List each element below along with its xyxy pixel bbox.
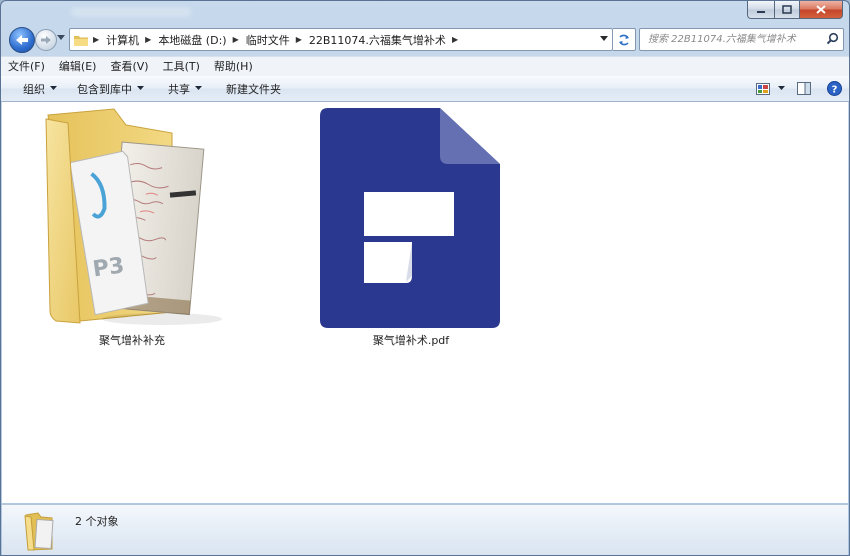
address-dropdown-icon[interactable] [600, 36, 608, 42]
share-button[interactable]: 共享 [154, 78, 212, 100]
chevron-right-icon[interactable]: ▶ [93, 35, 99, 44]
forward-button[interactable] [35, 29, 57, 51]
arrow-right-icon [41, 36, 51, 44]
breadcrumb-local-disk[interactable]: 本地磁盘 (D:) [154, 29, 230, 50]
minimize-icon [757, 10, 765, 13]
close-button[interactable] [800, 1, 843, 19]
view-dropdown-button[interactable] [773, 78, 789, 100]
search-input[interactable] [646, 33, 820, 46]
breadcrumb-computer[interactable]: 计算机 [102, 29, 143, 50]
chevron-down-icon [50, 86, 57, 90]
file-item-folder[interactable]: P3 聚气增补补充 [42, 107, 222, 347]
view-icon [756, 82, 770, 95]
chevron-down-icon [195, 86, 202, 90]
share-label: 共享 [168, 82, 190, 96]
toolbar-right: ? [753, 76, 849, 101]
arrow-left-icon [16, 35, 28, 45]
refresh-icon [619, 34, 629, 45]
file-item-pdf[interactable]: 聚气增补术.pdf [320, 108, 502, 348]
recent-pages-dropdown[interactable] [57, 35, 65, 41]
folder-icon: P3 [45, 108, 222, 325]
navigation-bar: ▶ 计算机 ▶ 本地磁盘 (D:) ▶ 临时文件 ▶ 22B11074.六福集气… [1, 27, 849, 53]
close-icon [816, 5, 826, 14]
file-name-pdf: 聚气增补术.pdf [372, 334, 450, 347]
organize-label: 组织 [23, 82, 45, 96]
file-name-folder: 聚气增补补充 [99, 334, 165, 347]
view-options-button[interactable] [753, 78, 773, 100]
chevron-right-icon[interactable]: ▶ [145, 35, 151, 44]
menu-help[interactable]: 帮助(H) [207, 58, 260, 75]
new-folder-label: 新建文件夹 [226, 82, 281, 96]
new-folder-button[interactable]: 新建文件夹 [212, 78, 291, 100]
command-toolbar: 组织 包含到库中 共享 新建文件夹 ? [1, 76, 849, 102]
chevron-down-icon [137, 86, 144, 90]
menu-tools[interactable]: 工具(T) [156, 58, 207, 75]
menu-view[interactable]: 查看(V) [103, 58, 155, 75]
maximize-icon [782, 5, 792, 14]
breadcrumb-current-folder[interactable]: 22B11074.六福集气增补术 [305, 29, 450, 50]
include-library-label: 包含到库中 [77, 82, 132, 96]
include-in-library-button[interactable]: 包含到库中 [67, 78, 154, 100]
address-bar[interactable]: ▶ 计算机 ▶ 本地磁盘 (D:) ▶ 临时文件 ▶ 22B11074.六福集气… [69, 28, 613, 51]
folder-icon [24, 512, 54, 551]
menu-file[interactable]: 文件(F) [1, 58, 52, 75]
maximize-button[interactable] [775, 1, 800, 19]
menu-bar: 文件(F) 编辑(E) 查看(V) 工具(T) 帮助(H) [1, 56, 849, 77]
details-pane: 2 个对象 [2, 504, 848, 555]
chevron-down-icon [777, 86, 785, 90]
help-icon: ? [826, 81, 842, 96]
help-button[interactable]: ? [819, 78, 849, 100]
organize-button[interactable]: 组织 [1, 78, 67, 100]
explorer-window: ▶ 计算机 ▶ 本地磁盘 (D:) ▶ 临时文件 ▶ 22B11074.六福集气… [0, 0, 850, 556]
svg-text:?: ? [831, 85, 837, 96]
breadcrumb-temp-files[interactable]: 临时文件 [242, 29, 294, 50]
item-count: 2 个对象 [75, 515, 119, 528]
window-controls [747, 1, 843, 19]
title-bar[interactable] [1, 1, 849, 25]
preview-pane-button[interactable] [789, 78, 819, 100]
mp3-preview-text: P3 [91, 253, 126, 282]
chevron-right-icon[interactable]: ▶ [452, 35, 458, 44]
back-button[interactable] [9, 27, 35, 53]
preview-pane-icon [797, 82, 811, 95]
refresh-button[interactable] [613, 28, 636, 51]
blurred-title [71, 7, 191, 17]
chevron-right-icon[interactable]: ▶ [296, 35, 302, 44]
search-icon[interactable] [826, 32, 839, 45]
chevron-right-icon[interactable]: ▶ [233, 35, 239, 44]
pdf-icon [320, 108, 500, 328]
menu-edit[interactable]: 编辑(E) [52, 58, 104, 75]
minimize-button[interactable] [747, 1, 775, 19]
file-list[interactable]: P3 聚气增补补充 聚气增补术.pdf [2, 102, 848, 503]
search-box[interactable] [639, 28, 844, 51]
folder-icon [74, 35, 88, 46]
